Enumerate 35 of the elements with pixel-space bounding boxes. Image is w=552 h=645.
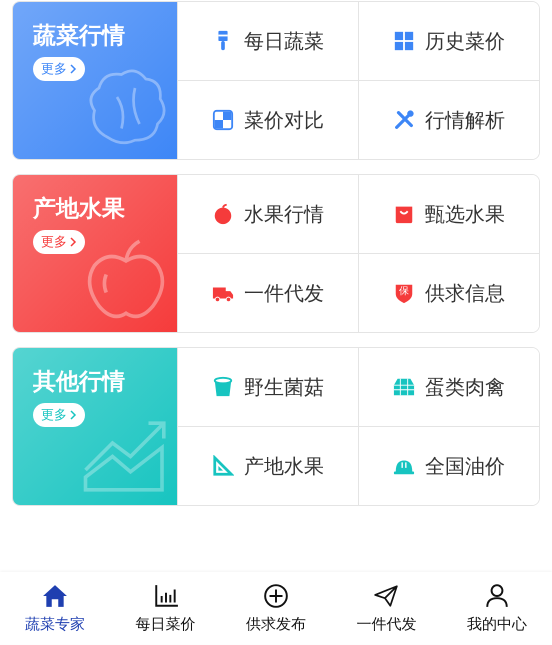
menu-item[interactable]: 保 供求信息	[358, 253, 539, 332]
section-title: 其他行情	[33, 368, 126, 397]
apple-icon	[212, 203, 234, 225]
menu-item[interactable]: 行情解析	[358, 80, 539, 159]
chevron-icon	[69, 410, 77, 420]
menu-item[interactable]: 产地水果	[177, 426, 358, 505]
tab[interactable]: 供求发布	[220, 572, 332, 644]
tab[interactable]: 每日菜价	[110, 572, 221, 644]
home-icon	[42, 582, 68, 608]
menu-item[interactable]: 全国油价	[358, 426, 539, 505]
grid-icon	[393, 30, 415, 52]
tab[interactable]: 蔬菜专家	[0, 572, 110, 644]
bucket-icon	[212, 376, 234, 398]
menu-item[interactable]: 菜价对比	[177, 80, 358, 159]
triangle-icon	[212, 455, 234, 477]
plane-icon	[373, 582, 400, 608]
tools-icon	[393, 109, 415, 131]
checker-icon	[212, 109, 234, 131]
menu-item[interactable]: 历史菜价	[358, 2, 539, 80]
tab[interactable]: 我的中心	[442, 572, 552, 644]
menu-item[interactable]: 甄选水果	[358, 175, 539, 253]
chevron-icon	[69, 237, 77, 247]
section-title: 蔬菜行情	[33, 22, 126, 51]
section-title: 产地水果	[33, 195, 126, 224]
shield-icon: 保	[393, 282, 415, 304]
menu-item[interactable]: 蛋类肉禽	[358, 348, 539, 426]
plus-icon	[263, 582, 290, 608]
chart-icon	[152, 582, 179, 608]
menu-item[interactable]: 一件代发	[177, 253, 358, 332]
person-icon	[484, 582, 510, 608]
more-button[interactable]: 更多	[33, 57, 85, 81]
crate-icon	[393, 376, 415, 398]
tab[interactable]: 一件代发	[331, 572, 442, 644]
more-button[interactable]: 更多	[33, 230, 85, 254]
chevron-icon	[69, 64, 77, 74]
